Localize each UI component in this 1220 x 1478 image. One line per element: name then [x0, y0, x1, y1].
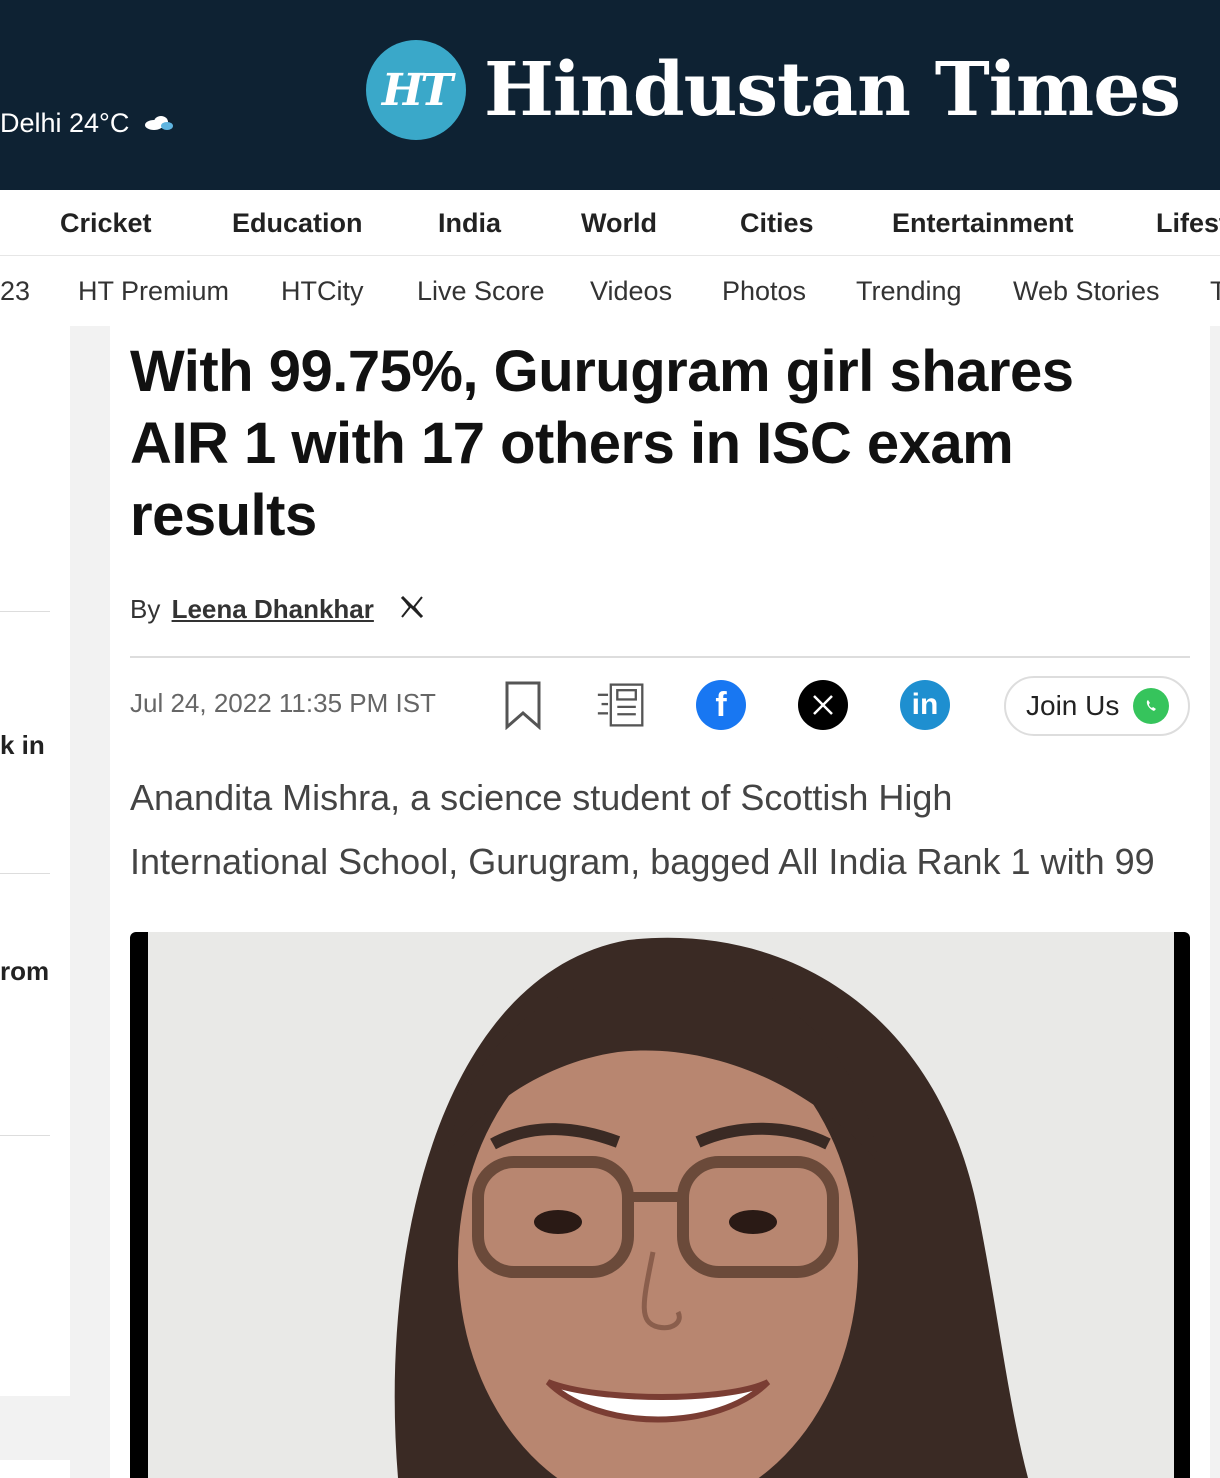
- x-icon[interactable]: [399, 594, 425, 627]
- nav2-item-live-score[interactable]: Live Score: [417, 276, 545, 307]
- nav2-item-partial[interactable]: 23: [0, 276, 30, 307]
- rail-story-fragment[interactable]: k in: [0, 730, 45, 761]
- nav-item-cricket[interactable]: Cricket: [60, 208, 152, 239]
- site-logo[interactable]: HT Hindustan Times: [366, 40, 1181, 140]
- nav2-item-trending[interactable]: Trending: [856, 276, 962, 307]
- article-card: With 99.75%, Gurugram girl shares AIR 1 …: [110, 326, 1210, 1478]
- nav2-item-videos[interactable]: Videos: [590, 276, 672, 307]
- primary-nav: Cricket Education India World Cities Ent…: [0, 190, 1220, 256]
- x-share-icon[interactable]: [798, 680, 848, 730]
- cloud-icon: [144, 116, 173, 130]
- linkedin-icon[interactable]: in: [900, 680, 950, 730]
- rail-story-fragment[interactable]: rom: [0, 956, 49, 987]
- portrait-image: [148, 932, 1174, 1478]
- rail-divider: [0, 611, 50, 612]
- byline: By Leena Dhankhar: [130, 592, 425, 625]
- byline-divider: [130, 656, 1190, 658]
- nav-item-world[interactable]: World: [581, 208, 657, 239]
- nav2-item-ht-premium[interactable]: HT Premium: [78, 276, 229, 307]
- facebook-icon[interactable]: f: [696, 680, 746, 730]
- article-summary: Anandita Mishra, a science student of Sc…: [130, 766, 1210, 894]
- site-header: Delhi 24°C HT Hindustan Times: [0, 0, 1220, 190]
- article-photo[interactable]: [130, 932, 1190, 1478]
- left-rail: k in rom: [0, 326, 70, 1396]
- logo-badge: HT: [366, 40, 466, 140]
- nav2-item-web-stories[interactable]: Web Stories: [1013, 276, 1160, 307]
- article-meta-bar: Jul 24, 2022 11:35 PM IST f in Join Us: [130, 674, 1190, 738]
- nav-item-education[interactable]: Education: [232, 208, 363, 239]
- join-us-button[interactable]: Join Us: [1004, 676, 1190, 736]
- byline-prefix: By: [130, 594, 161, 624]
- weather-text: Delhi 24°C: [0, 108, 130, 138]
- bookmark-icon[interactable]: [498, 680, 548, 730]
- summary-line: Anandita Mishra, a science student of Sc…: [130, 777, 953, 818]
- portrait-illustration: [148, 932, 1174, 1478]
- author-link[interactable]: Leena Dhankhar: [172, 594, 374, 624]
- left-rail-bottom: [0, 1460, 70, 1478]
- logo-wordmark: Hindustan Times: [484, 47, 1181, 133]
- nav2-item-partial-right[interactable]: T: [1210, 276, 1220, 307]
- summary-line: International School, Gurugram, bagged A…: [130, 841, 1155, 882]
- whatsapp-icon: [1133, 688, 1170, 724]
- nav-item-india[interactable]: India: [438, 208, 501, 239]
- nav2-item-photos[interactable]: Photos: [722, 276, 806, 307]
- nav-item-entertainment[interactable]: Entertainment: [892, 208, 1074, 239]
- join-us-label: Join Us: [1026, 690, 1120, 721]
- article-headline: With 99.75%, Gurugram girl shares AIR 1 …: [130, 339, 1074, 548]
- rail-divider: [0, 1135, 50, 1136]
- nav-item-cities[interactable]: Cities: [740, 208, 814, 239]
- publish-date: Jul 24, 2022 11:35 PM IST: [130, 688, 436, 718]
- nav-item-lifestyle[interactable]: Lifest: [1156, 208, 1220, 239]
- secondary-nav: 23 HT Premium HTCity Live Score Videos P…: [0, 256, 1220, 326]
- rail-divider: [0, 873, 50, 874]
- text-size-icon[interactable]: [596, 680, 646, 730]
- nav2-item-htcity[interactable]: HTCity: [281, 276, 364, 307]
- weather-widget[interactable]: Delhi 24°C: [0, 108, 173, 139]
